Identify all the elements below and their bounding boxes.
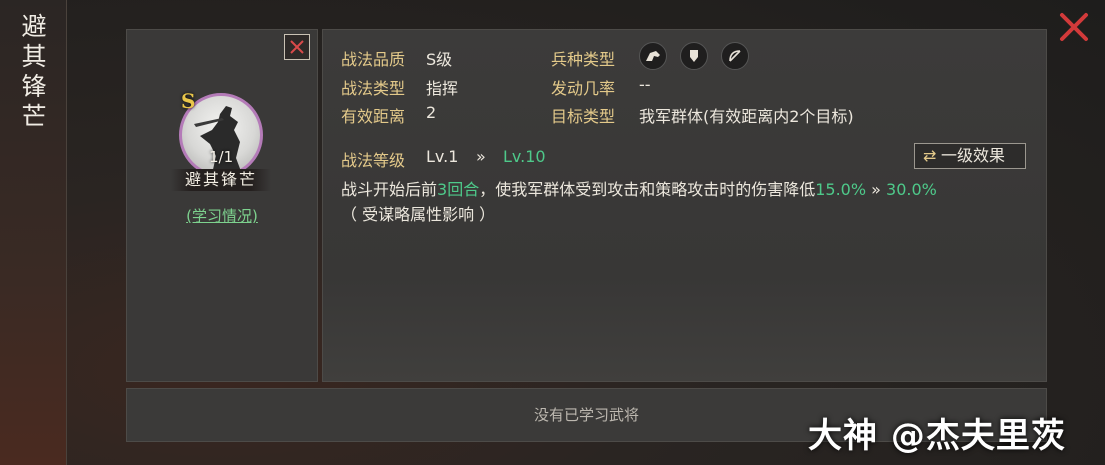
cavalry-icon [639,42,667,70]
level-arrow: » [476,147,486,166]
level-to: Lv.10 [503,147,546,166]
vertical-title: 避 其 锋 芒 [18,12,50,132]
effect-button-label: 一级效果 [941,146,1006,165]
bow-icon [721,42,750,70]
level-effect-button[interactable]: ⇄ 一级效果 [914,143,1026,169]
desc-note: （ 受谋略属性影响 ） [341,205,496,224]
trigger-rate-value: -- [639,75,651,94]
quality-label: 战法品质 [341,50,406,69]
watermark: 大神 @杰夫里茨 [808,416,1066,456]
close-button[interactable] [1059,12,1089,42]
title-char: 其 [21,42,47,71]
desc-pct-to: 30.0% [886,180,937,199]
desc-text: 战斗开始后前 [341,180,438,199]
type-label: 战法类型 [341,79,406,98]
troop-type-icons [639,42,757,70]
grade-badge: S [181,89,196,113]
desc-pct-from: 15.0% [815,180,867,199]
quality-value: S级 [426,50,453,69]
level-label: 战法等级 [341,151,406,170]
target-type-value: 我军群体(有效距离内2个目标) [639,107,854,126]
count-label: 1/1 [209,148,234,166]
title-char: 锋 [21,72,47,101]
tactic-card-panel: S 1/1 避其锋芒 (学习情况) [126,29,318,382]
remove-button[interactable] [284,34,310,60]
tactic-info-panel: 战法品质 S级 兵种类型 战法类型 指挥 发动几率 -- 有效距离 2 目标类型… [322,29,1047,382]
title-char: 芒 [21,102,47,131]
desc-text: ，使我军群体受到攻击和策略攻击时的伤害降低 [479,180,816,199]
trigger-rate-label: 发动几率 [551,79,616,98]
desc-rounds: 3回合 [437,180,480,199]
desc-arrow: » [871,180,881,199]
swap-icon: ⇄ [923,146,937,165]
target-type-label: 目标类型 [551,107,616,126]
x-icon [290,40,304,54]
title-char: 避 [21,12,47,41]
study-status-link[interactable]: (学习情况) [127,205,317,226]
range-value: 2 [426,103,437,122]
troop-type-label: 兵种类型 [551,50,616,69]
level-from: Lv.1 [426,147,459,166]
close-icon [1060,13,1088,41]
tactic-name: 避其锋芒 [171,169,271,191]
type-value: 指挥 [426,79,459,98]
range-label: 有效距离 [341,107,406,126]
shield-icon [680,42,709,70]
tactic-description: 战斗开始后前3回合，使我军群体受到攻击和策略攻击时的伤害降低15.0% » 30… [341,177,1031,227]
side-strip: 避 其 锋 芒 [0,0,67,465]
